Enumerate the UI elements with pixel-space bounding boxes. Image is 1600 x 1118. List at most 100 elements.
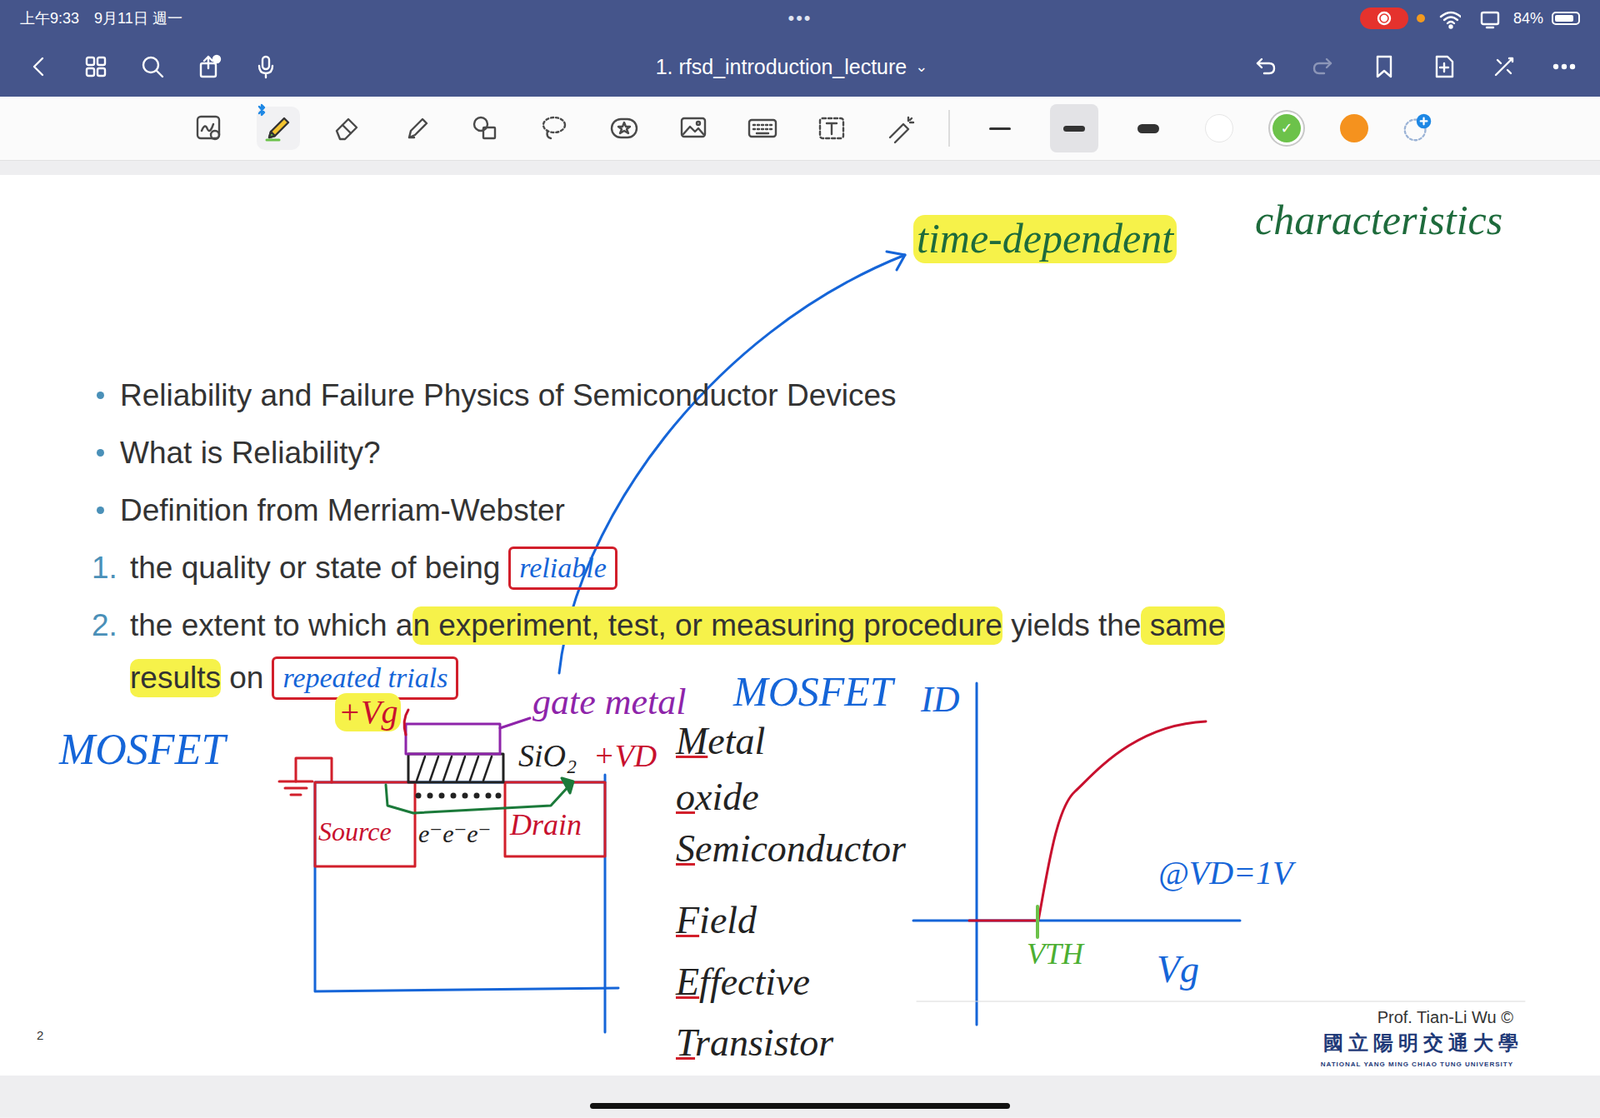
shapes-tool[interactable] (464, 106, 508, 150)
text-tool[interactable] (810, 106, 854, 150)
handwritten-note: SiO₂ (518, 738, 577, 775)
numbered-line: 2.the extent to which an experiment, tes… (91, 596, 1225, 655)
text-segment: the extent to which a (130, 608, 413, 644)
wifi-icon (1433, 2, 1465, 35)
stroke-sample (1063, 125, 1085, 132)
acronym-word: Effective (675, 960, 810, 1005)
color-swatch[interactable] (1340, 114, 1369, 143)
handwritten-note: ID (920, 679, 960, 722)
toolbar-divider (948, 110, 950, 147)
text-segment: same (1140, 606, 1225, 645)
bullet-item: Definition from Merriam-Webster (91, 481, 1225, 540)
university-name: NATIONAL YANG MING CHIAO TUNG UNIVERSITY (1320, 1060, 1514, 1069)
zoom-tool[interactable] (187, 106, 231, 150)
item-number: 2. (91, 608, 130, 644)
status-bar: 上午9:33 9月11日 週一 ••• 84% (0, 0, 1600, 37)
stroke-sample (989, 127, 1011, 130)
battery-fill (1555, 15, 1574, 22)
handwritten-note: e⁻e⁻e⁻ (418, 820, 491, 850)
keyboard-tool[interactable] (740, 106, 785, 150)
add-page-icon[interactable] (1428, 50, 1460, 83)
bullet-item: What is Reliability? (91, 424, 1225, 482)
highlighter-tool[interactable] (395, 106, 439, 150)
hide-toolbar-icon[interactable] (1488, 50, 1520, 83)
note-page[interactable]: Reliability and Failure Physics of Semic… (0, 175, 1600, 1076)
author: Prof. Tian-Li Wu © (1377, 1008, 1514, 1028)
pen-tool[interactable] (256, 106, 300, 150)
boxed-note: reliable (508, 546, 618, 590)
pen-width-option[interactable] (1050, 104, 1099, 153)
privacy-dot (1416, 14, 1425, 23)
screen-mirror-icon (1473, 2, 1505, 35)
stroke-sample (1137, 124, 1160, 134)
acronym-word: Semiconductor (675, 827, 906, 872)
text-segment: yields the (1002, 608, 1142, 644)
selected-check: ✓ (1280, 119, 1293, 138)
microphone-icon[interactable] (250, 50, 282, 83)
nav-bar: 1. rfsd_introduction_lecture ⌄ (0, 36, 1600, 97)
clock: 上午9:33 (20, 8, 80, 29)
bullet-dot (96, 506, 105, 515)
pen-width-option[interactable] (975, 104, 1025, 153)
back-icon[interactable] (23, 50, 55, 83)
color-option: ✓ (1265, 107, 1308, 150)
handwritten-note: MOSFET (733, 668, 894, 717)
recording-indicator (1360, 7, 1409, 30)
handwritten-note: Drain (510, 808, 582, 843)
handwritten-note: time-dependent (913, 215, 1177, 264)
grid-icon[interactable] (80, 50, 112, 83)
image-tool[interactable] (671, 106, 715, 150)
color-option (1198, 107, 1240, 150)
multitask-dots[interactable]: ••• (787, 7, 812, 30)
title-chevron: ⌄ (915, 57, 928, 76)
handwritten-note: VTH (1026, 937, 1084, 972)
slide-text: Reliability and Failure Physics of Semic… (91, 366, 1225, 703)
acronym-word: Transistor (675, 1021, 834, 1066)
bullet-item: Reliability and Failure Physics of Semic… (91, 366, 1225, 425)
bullet-dot (96, 391, 105, 400)
university-logo: 國立陽明交通大學 (1323, 1030, 1524, 1057)
acronym-word: Metal (675, 720, 765, 765)
home-indicator[interactable] (590, 1103, 1010, 1110)
handwritten-note: +VD (593, 738, 657, 775)
sticker-tool[interactable] (602, 106, 646, 150)
toolbar: ✓ (0, 96, 1600, 161)
more-icon[interactable] (1548, 50, 1580, 83)
date: 9月11日 週一 (94, 8, 183, 29)
handwritten-note: Vg (1156, 948, 1200, 993)
battery-icon (1551, 11, 1580, 25)
handwritten-note: +Vg (335, 693, 401, 732)
add-color-icon[interactable] (1400, 112, 1433, 145)
bluetooth-icon (256, 103, 267, 120)
bookmark-icon[interactable] (1368, 50, 1400, 83)
document-title[interactable]: 1. rfsd_introduction_lecture ⌄ (655, 55, 945, 80)
handwritten-note: Source (318, 816, 392, 848)
eraser-tool[interactable] (325, 106, 370, 150)
acronym-word: Field (675, 899, 757, 944)
acronym-word: oxide (675, 775, 760, 820)
laser-tool[interactable] (879, 106, 923, 150)
color-swatch[interactable] (1205, 114, 1234, 143)
color-swatch[interactable]: ✓ (1272, 114, 1301, 143)
item-number: 1. (91, 550, 130, 586)
text-segment: on (220, 660, 264, 696)
text-segment: results (130, 659, 221, 698)
text-segment: the quality or state of being (130, 550, 500, 586)
page-number: 2 (36, 1028, 44, 1043)
redo-icon[interactable] (1308, 50, 1340, 83)
battery-percent: 84% (1513, 10, 1544, 28)
title-text: 1. rfsd_introduction_lecture (655, 55, 908, 80)
share-icon[interactable] (193, 50, 225, 83)
handwritten-note: MOSFET (59, 725, 225, 775)
search-icon[interactable] (136, 50, 169, 83)
bullet-dot (96, 449, 105, 457)
handwritten-note: @VD=1V (1158, 854, 1294, 893)
undo-icon[interactable] (1248, 50, 1280, 83)
color-option (1333, 107, 1375, 150)
page-gap (0, 160, 1600, 175)
handwritten-note: characteristics (1255, 196, 1503, 245)
lasso-tool[interactable] (533, 106, 577, 150)
numbered-line: 1.the quality or state of beingreliable (91, 539, 1225, 597)
text-segment: n experiment, test, or measuring procedu… (412, 606, 1002, 645)
pen-width-option[interactable] (1124, 104, 1173, 153)
